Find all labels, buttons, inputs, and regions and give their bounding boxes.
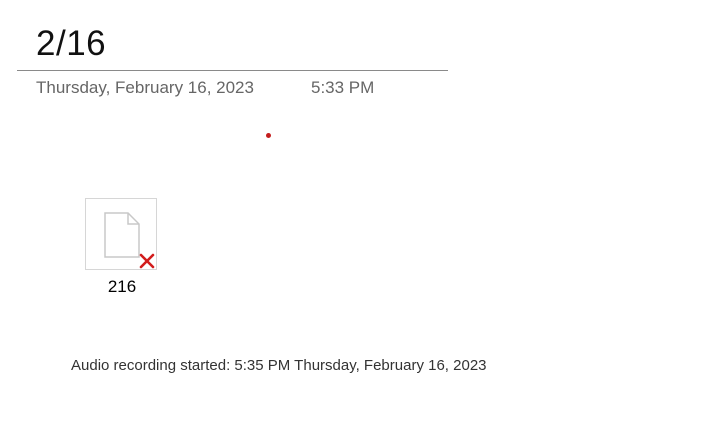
page-time: 5:33 PM bbox=[311, 78, 375, 97]
document-icon bbox=[104, 212, 140, 258]
page-title[interactable]: 2/16 bbox=[36, 22, 106, 66]
attachment-frame[interactable] bbox=[85, 198, 157, 270]
error-x-icon bbox=[139, 253, 155, 269]
attachment-label: 216 bbox=[107, 277, 137, 296]
red-dot-marker bbox=[266, 133, 271, 138]
audio-recording-note[interactable]: Audio recording started: 5:35 PM Thursda… bbox=[71, 357, 487, 375]
page-date: Thursday, February 16, 2023 bbox=[36, 78, 254, 97]
title-divider bbox=[17, 70, 448, 71]
file-attachment[interactable]: 216 bbox=[85, 198, 159, 296]
